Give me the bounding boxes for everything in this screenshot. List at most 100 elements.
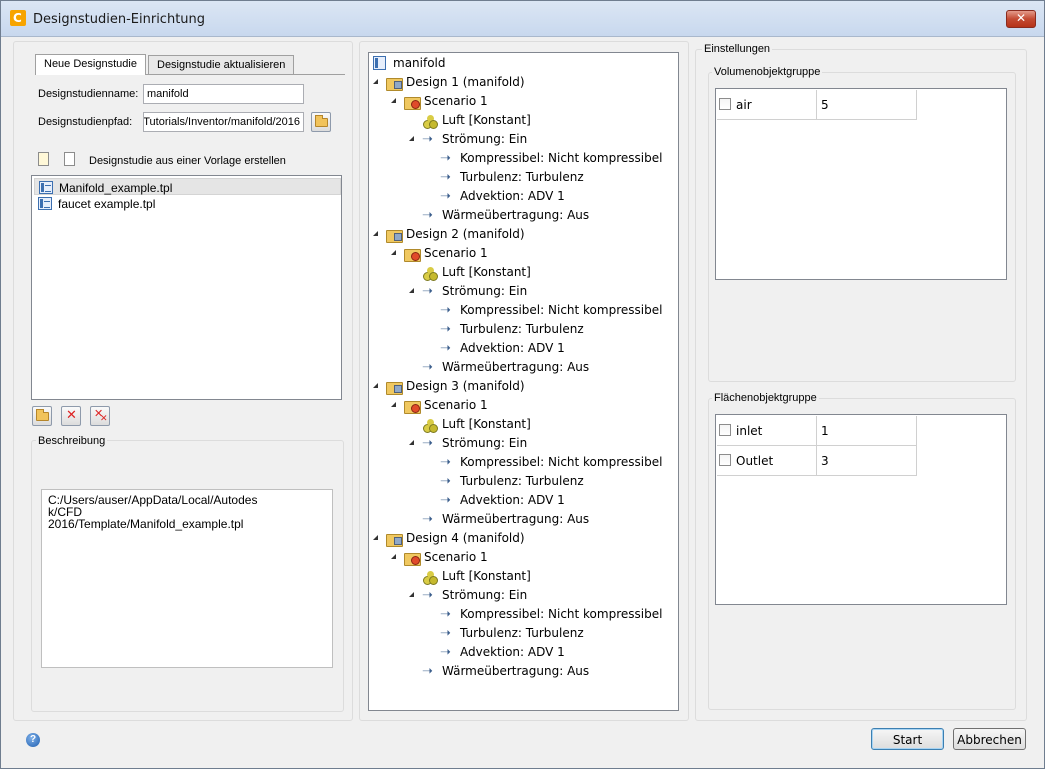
create-from-template-label: Designstudie aus einer Vorlage erstellen <box>89 155 286 167</box>
folder-open-icon <box>36 409 49 421</box>
expand-toggle-icon[interactable] <box>409 288 414 293</box>
outlet-checkbox[interactable] <box>719 454 731 466</box>
expand-toggle-icon[interactable] <box>391 402 396 407</box>
browse-path-button[interactable] <box>311 112 331 132</box>
start-button[interactable]: Start <box>871 728 944 750</box>
arrow-right-icon: ➝ <box>422 588 433 603</box>
template-icon <box>39 181 53 194</box>
design-tree[interactable]: manifold Design 1 (manifold) Scenario 1 Luf… <box>368 52 679 711</box>
delete-all-templates-button[interactable]: ✕ ✕ <box>90 406 110 426</box>
material-icon <box>422 113 438 129</box>
template-list[interactable]: Manifold_example.tpl faucet example.tpl <box>31 175 342 400</box>
tree-node-label: Wärmeübertragung: Aus <box>442 208 590 222</box>
grid-row-value[interactable]: 5 <box>817 90 917 120</box>
design-study-path-label: Designstudienpfad: <box>38 116 133 128</box>
arrow-right-icon: ➝ <box>422 664 433 679</box>
expand-toggle-icon[interactable] <box>391 98 396 103</box>
arrow-right-icon: ➝ <box>422 132 433 147</box>
description-label: Beschreibung <box>36 435 108 447</box>
title-bar[interactable]: C Designstudien-Einrichtung <box>1 1 1044 37</box>
tree-node-label: Luft [Konstant] <box>442 265 531 279</box>
tree-node-label: Scenario 1 <box>424 94 488 108</box>
design-study-path-input[interactable]: 2016/Tutorials/Inventor/manifold <box>143 112 304 132</box>
tab-new-design-study[interactable]: Neue Designstudie <box>35 54 146 75</box>
tree-node-label: Turbulenz: Turbulenz <box>460 170 584 184</box>
tree-node-label: Luft [Konstant] <box>442 417 531 431</box>
description-text: C:/Users/auser/AppData/Local/Autodes k/C… <box>41 489 333 668</box>
template-document-button[interactable] <box>60 150 80 170</box>
template-list-item[interactable]: Manifold_example.tpl <box>34 178 341 195</box>
tree-node-label: Advektion: ADV 1 <box>460 341 565 355</box>
tree-node-label: Wärmeübertragung: Aus <box>442 360 590 374</box>
tree-node-label: Advektion: ADV 1 <box>460 645 565 659</box>
design-study-name-input[interactable]: manifold <box>143 84 304 104</box>
tree-node-label: Strömung: Ein <box>442 284 528 298</box>
expand-toggle-icon[interactable] <box>373 79 378 84</box>
material-icon <box>422 417 438 433</box>
material-icon <box>422 569 438 585</box>
inlet-checkbox[interactable] <box>719 424 731 436</box>
grid-cell-name: Outlet <box>717 446 817 476</box>
surface-grid[interactable]: inlet 1 Outlet 3 <box>715 414 1007 605</box>
delete-icon: ✕ <box>66 408 77 423</box>
delete-template-button[interactable]: ✕ <box>61 406 81 426</box>
volume-grid[interactable]: air 5 <box>715 88 1007 280</box>
tree-node-label: Luft [Konstant] <box>442 113 531 127</box>
arrow-right-icon: ➝ <box>440 322 451 337</box>
app-icon: C <box>10 10 26 26</box>
expand-toggle-icon[interactable] <box>373 535 378 540</box>
folder-open-icon <box>315 115 328 127</box>
template-list-item-label: Manifold_example.tpl <box>59 181 173 195</box>
grid-row-name: air <box>736 98 752 112</box>
tree-node-label: Advektion: ADV 1 <box>460 189 565 203</box>
cancel-button[interactable]: Abbrechen <box>953 728 1026 750</box>
template-list-item-label: faucet example.tpl <box>58 197 156 211</box>
left-panel: Neue Designstudie Designstudie aktualisi… <box>13 41 353 721</box>
grid-row-name: Outlet <box>736 454 774 468</box>
close-button[interactable] <box>1006 10 1036 28</box>
tree-node-label: Design 2 (manifold) <box>406 227 525 241</box>
grid-row-name: inlet <box>736 424 763 438</box>
expand-toggle-icon[interactable] <box>373 383 378 388</box>
scenario-icon <box>404 398 421 414</box>
help-icon[interactable]: ? <box>26 733 40 747</box>
grid-row-value[interactable]: 3 <box>817 446 917 476</box>
tree-node-label: Strömung: Ein <box>442 132 528 146</box>
arrow-right-icon: ➝ <box>440 170 451 185</box>
expand-toggle-icon[interactable] <box>409 136 414 141</box>
material-icon <box>422 265 438 281</box>
tree-node-label: Scenario 1 <box>424 398 488 412</box>
add-template-button[interactable] <box>32 406 52 426</box>
design-study-icon <box>373 56 386 70</box>
template-list-item[interactable]: faucet example.tpl <box>34 195 341 212</box>
new-from-template-button[interactable] <box>34 150 54 170</box>
tree-node-label: Wärmeübertragung: Aus <box>442 512 590 526</box>
grid-cell-name: inlet <box>717 416 817 446</box>
tree-node-label: Turbulenz: Turbulenz <box>460 474 584 488</box>
arrow-right-icon: ➝ <box>440 474 451 489</box>
tree-node-label: Kompressibel: Nicht kompressibel <box>460 455 663 469</box>
expand-toggle-icon[interactable] <box>391 250 396 255</box>
tab-update-design-study[interactable]: Designstudie aktualisieren <box>148 55 295 75</box>
tree-node-label: Strömung: Ein <box>442 588 528 602</box>
tree-node-label: Strömung: Ein <box>442 436 528 450</box>
tree-root-label: manifold <box>393 56 446 70</box>
design-folder-icon <box>386 379 403 395</box>
arrow-right-icon: ➝ <box>422 208 433 223</box>
tree-node-label: Design 3 (manifold) <box>406 379 525 393</box>
expand-toggle-icon[interactable] <box>409 440 414 445</box>
expand-toggle-icon[interactable] <box>391 554 396 559</box>
air-checkbox[interactable] <box>719 98 731 110</box>
arrow-right-icon: ➝ <box>422 360 433 375</box>
expand-toggle-icon[interactable] <box>409 592 414 597</box>
window-title: Designstudien-Einrichtung <box>33 12 206 27</box>
tree-node-label: Scenario 1 <box>424 246 488 260</box>
arrow-right-icon: ➝ <box>440 455 451 470</box>
grid-row-value[interactable]: 1 <box>817 416 917 446</box>
scenario-icon <box>404 246 421 262</box>
grid-cell-name: air <box>717 90 817 120</box>
expand-toggle-icon[interactable] <box>373 231 378 236</box>
arrow-right-icon: ➝ <box>422 436 433 451</box>
tree-node-label: Kompressibel: Nicht kompressibel <box>460 303 663 317</box>
tree-node-label: Wärmeübertragung: Aus <box>442 664 590 678</box>
